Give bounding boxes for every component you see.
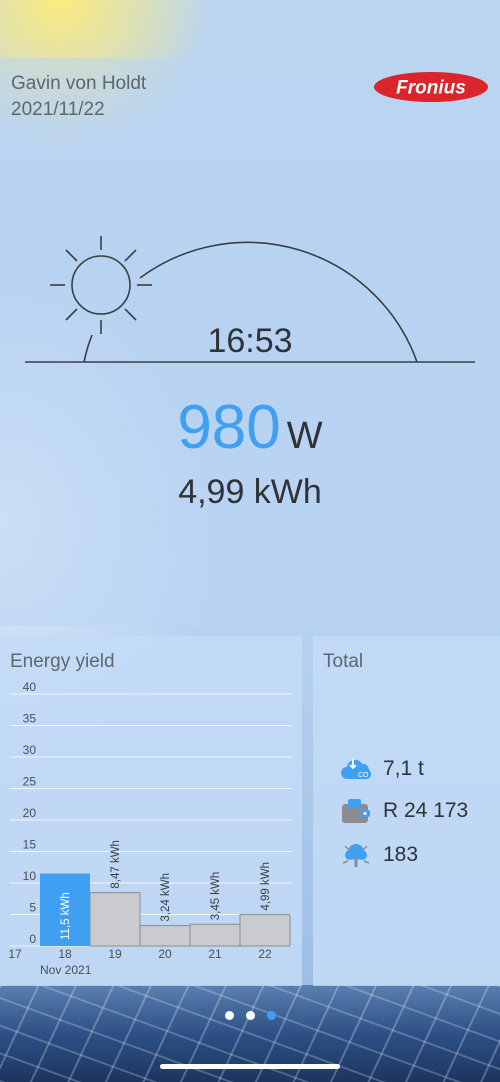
bar-data-label: 3,24 kWh — [160, 873, 172, 922]
y-tick-label: 0 — [29, 932, 36, 946]
money-earned-value: R 24 173 — [383, 799, 469, 822]
trees-value: 183 — [383, 843, 419, 866]
x-axis-label: Nov 2021 — [40, 963, 92, 977]
sun-icon — [50, 236, 152, 334]
wallet-icon — [342, 799, 370, 823]
total-card[interactable]: Total CO 7,1 t R 24 173 183 — [313, 636, 500, 986]
energy-yield-chart: 0 5 10 15 20 25 30 35 40 17 18 11,5 kWh 19 8,47 kWh 20… — [8, 680, 292, 977]
co2-saved-value: 7,1 t — [383, 757, 424, 780]
y-tick-label: 40 — [23, 680, 37, 694]
bar — [189, 923, 241, 947]
svg-text:Fronius: Fronius — [396, 78, 466, 99]
bar — [89, 892, 141, 947]
energy-today: 4,99 kWh — [178, 473, 322, 511]
y-tick-label: 5 — [29, 901, 36, 915]
y-tick-label: 10 — [23, 869, 37, 883]
y-tick-label: 25 — [23, 775, 37, 789]
power-value: 980 — [177, 393, 281, 462]
current-power: 980 W — [0, 392, 500, 463]
current-time: 16:53 — [207, 322, 293, 360]
page-indicator[interactable] — [0, 1007, 500, 1025]
page-dot[interactable] — [266, 1011, 276, 1020]
svg-text:CO: CO — [358, 772, 369, 779]
tree-icon — [342, 844, 370, 867]
energy-yield-card[interactable]: Energy yield 0 5 10 15 20 25 30 35 40 17 18 11,5 kW… — [0, 636, 302, 986]
bar — [139, 925, 191, 947]
bar-data-label: 11,5 kWh — [60, 892, 72, 940]
page-dot[interactable] — [245, 1011, 255, 1020]
y-tick-label: 15 — [23, 838, 37, 852]
y-tick-label: 20 — [23, 806, 37, 820]
power-unit: W — [286, 415, 323, 457]
x-tick-label: 17 — [8, 947, 22, 961]
page-dot[interactable] — [224, 1011, 234, 1020]
x-tick-label: 20 — [158, 947, 172, 961]
bar-data-label: 8,47 kWh — [110, 840, 122, 889]
x-tick-label: 22 — [258, 947, 272, 961]
x-tick-label: 19 — [108, 947, 122, 961]
bar-data-label: 4,99 kWh — [260, 862, 272, 911]
system-owner-name: Gavin von Holdt — [11, 73, 147, 94]
co2-cloud-icon: CO — [341, 759, 372, 779]
current-date: 2021/11/22 — [11, 99, 105, 120]
bar — [239, 914, 291, 947]
bar-data-label: 3,45 kWh — [210, 872, 222, 921]
x-tick-label: 18 — [58, 947, 72, 961]
y-tick-label: 35 — [23, 712, 37, 726]
money-earned-row: R 24 173 — [339, 797, 468, 825]
total-title: Total — [323, 651, 364, 672]
x-tick-label: 21 — [208, 947, 222, 961]
co2-saved-row: CO 7,1 t — [339, 755, 424, 783]
fronius-logo: Fronius — [372, 70, 490, 109]
trees-row: 183 — [339, 841, 418, 869]
y-tick-label: 30 — [23, 743, 37, 757]
home-indicator[interactable] — [160, 1064, 340, 1069]
